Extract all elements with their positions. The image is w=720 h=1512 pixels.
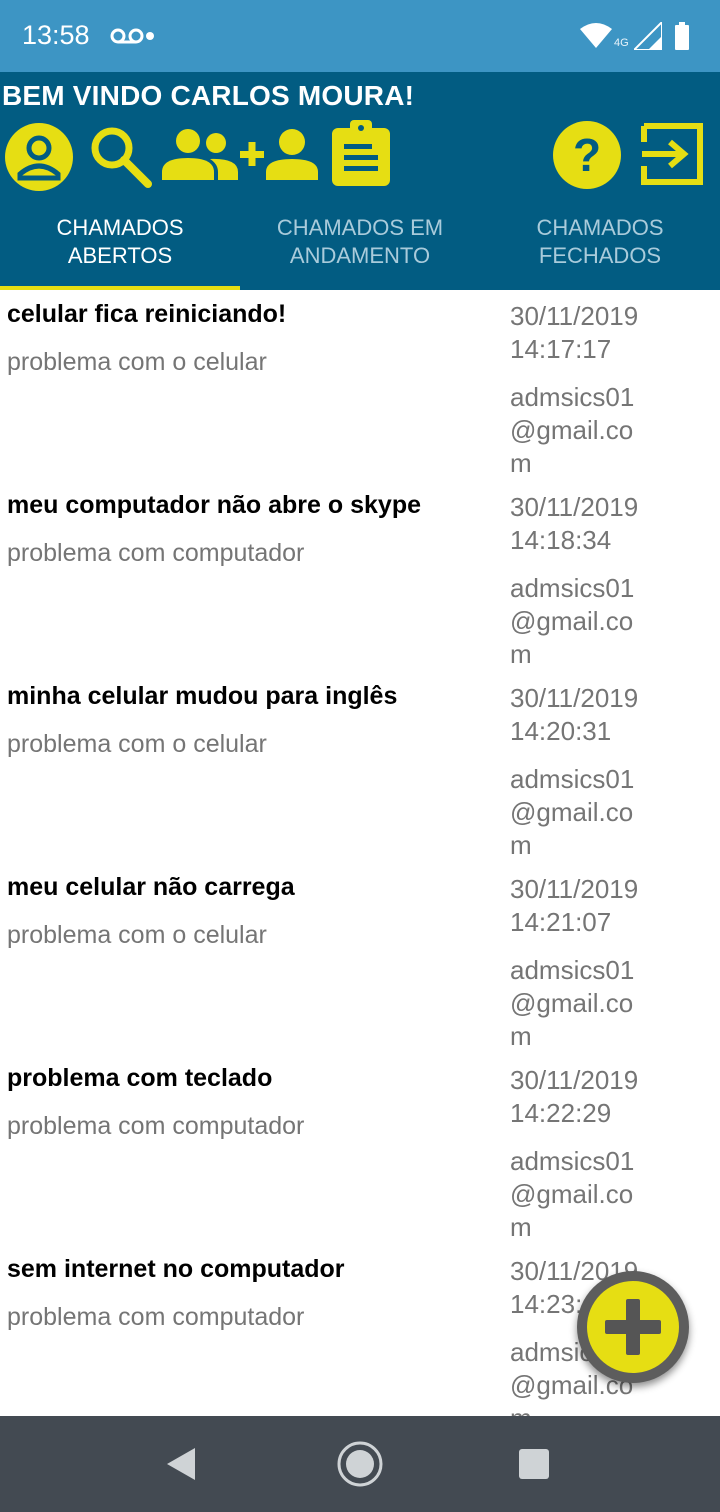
ticket-list[interactable]: celular fica reiniciando! problema com o…: [0, 290, 720, 1416]
status-time: 13:58: [22, 20, 90, 50]
help-icon[interactable]: ?: [552, 120, 622, 190]
ticket-row[interactable]: meu computador não abre o skype problema…: [0, 481, 720, 672]
ticket-email: admsics01@gmail.com: [510, 573, 635, 669]
ticket-description: problema com computador: [7, 1112, 305, 1140]
tab-chamados-fechados[interactable]: CHAMADOS FECHADOS: [480, 212, 720, 290]
ticket-title: problema com teclado: [7, 1064, 273, 1092]
ticket-title: celular fica reiniciando!: [7, 300, 287, 328]
ticket-row[interactable]: minha celular mudou para inglês problema…: [0, 672, 720, 863]
ticket-email: admsics01@gmail.com: [510, 382, 635, 478]
ticket-title: meu computador não abre o skype: [7, 491, 421, 519]
ticket-date: 30/11/2019: [510, 492, 639, 522]
recents-icon[interactable]: [519, 1449, 549, 1479]
ticket-datetime: 30/11/2019 14:18:34: [510, 491, 710, 557]
network-type-label: 4G: [614, 37, 629, 49]
users-icon[interactable]: [160, 128, 240, 180]
ticket-row[interactable]: celular fica reiniciando! problema com o…: [0, 290, 720, 481]
system-nav-bar: [0, 1416, 720, 1512]
ticket-date: 30/11/2019: [510, 1065, 639, 1095]
search-icon[interactable]: [88, 124, 152, 188]
back-icon[interactable]: [165, 1446, 197, 1482]
ticket-email: admsics01@gmail.com: [510, 764, 635, 860]
wifi-icon: [580, 23, 612, 48]
tab-label-line1: CHAMADOS EM: [276, 215, 444, 240]
tab-label-line2: ANDAMENTO: [289, 243, 431, 268]
ticket-date: 30/11/2019: [510, 301, 639, 331]
add-ticket-fab[interactable]: [577, 1271, 689, 1383]
ticket-time: 14:21:07: [510, 907, 612, 937]
ticket-datetime: 30/11/2019 14:21:07: [510, 873, 710, 939]
plus-icon: [587, 1281, 679, 1373]
tab-label-line2: FECHADOS: [538, 243, 662, 268]
ticket-description: problema com o celular: [7, 730, 267, 758]
clipboard-icon[interactable]: [330, 120, 392, 186]
ticket-row[interactable]: problema com teclado problema com comput…: [0, 1054, 720, 1245]
ticket-time: 14:22:29: [510, 1098, 612, 1128]
ticket-email: admsics01@gmail.com: [510, 955, 635, 1051]
ticket-title: sem internet no computador: [7, 1255, 345, 1283]
ticket-title: minha celular mudou para inglês: [7, 682, 398, 710]
ticket-description: problema com computador: [7, 1303, 305, 1331]
ticket-date: 30/11/2019: [510, 683, 639, 713]
ticket-date: 30/11/2019: [510, 874, 639, 904]
svg-text:?: ?: [573, 129, 601, 181]
ticket-title: meu celular não carrega: [7, 873, 295, 901]
tab-label-line2: ABERTOS: [67, 243, 173, 268]
logout-icon[interactable]: [640, 122, 704, 186]
welcome-title: BEM VINDO CARLOS MOURA!: [2, 80, 415, 111]
ticket-description: problema com computador: [7, 539, 305, 567]
status-bar: 13:58 4G: [0, 0, 720, 72]
ticket-datetime: 30/11/2019 14:17:17: [510, 300, 710, 366]
ticket-time: 14:17:17: [510, 334, 612, 364]
ticket-time: 14:20:31: [510, 716, 612, 746]
ticket-time: 14:18:34: [510, 525, 612, 555]
app-header: BEM VINDO CARLOS MOURA! ? CHAMADOS ABERT…: [0, 72, 720, 290]
cell-signal-icon: [634, 22, 662, 50]
ticket-datetime: 30/11/2019 14:22:29: [510, 1064, 710, 1130]
battery-icon: [675, 22, 689, 50]
ticket-description: problema com o celular: [7, 348, 267, 376]
profile-icon[interactable]: [4, 122, 74, 192]
voicemail-icon: [110, 28, 144, 44]
ticket-email: admsics01@gmail.com: [510, 1146, 635, 1242]
tab-label-line1: CHAMADOS: [536, 215, 664, 240]
ticket-datetime: 30/11/2019 14:20:31: [510, 682, 710, 748]
tab-chamados-abertos[interactable]: CHAMADOS ABERTOS: [0, 212, 240, 290]
notification-dot-icon: [146, 32, 154, 40]
ticket-description: problema com o celular: [7, 921, 267, 949]
tab-label-line1: CHAMADOS: [56, 215, 184, 240]
ticket-row[interactable]: meu celular não carrega problema com o c…: [0, 863, 720, 1054]
home-icon[interactable]: [336, 1440, 384, 1488]
tab-bar: CHAMADOS ABERTOS CHAMADOS EM ANDAMENTO C…: [0, 212, 720, 290]
tab-chamados-em-andamento[interactable]: CHAMADOS EM ANDAMENTO: [240, 212, 480, 290]
add-user-icon[interactable]: [240, 128, 320, 180]
